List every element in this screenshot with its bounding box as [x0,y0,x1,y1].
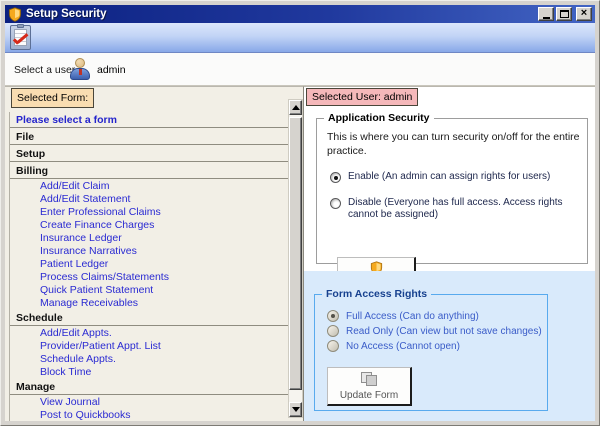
list-item-create-finance-charges[interactable]: Create Finance Charges [10,219,288,232]
avatar-tie [79,69,82,75]
list-item-schedule-appts[interactable]: Schedule Appts. [10,353,288,366]
user-bar: Select a user admin [5,53,595,86]
list-header-schedule[interactable]: Schedule [10,310,288,326]
update-form-label: Update Form [328,390,410,401]
read-only-radio[interactable] [327,325,339,337]
list-item-enter-professional-claims[interactable]: Enter Professional Claims [10,206,288,219]
copy-forms-icon [361,372,378,387]
list-item-block-time[interactable]: Block Time [10,366,288,379]
list-item-add-edit-claim[interactable]: Add/Edit Claim [10,180,288,193]
close-button[interactable]: × [576,7,592,21]
list-item-prompt: Please select a form [10,112,288,128]
selected-username: admin [97,64,126,76]
minimize-icon [543,17,550,19]
list-item-view-journal[interactable]: View Journal [10,396,288,409]
content-area: Selected Form: Please select a form File… [5,86,595,421]
toolbar [5,23,595,53]
user-avatar-icon[interactable] [70,58,90,81]
list-header-setup[interactable]: Setup [10,146,288,162]
list-item-insurance-narratives[interactable]: Insurance Narratives [10,245,288,258]
list-item-add-edit-statement[interactable]: Add/Edit Statement [10,193,288,206]
clipboard-check-icon[interactable] [10,25,31,50]
selected-form-chip: Selected Form: [11,88,94,108]
no-access-radio[interactable] [327,340,339,352]
title-bar[interactable]: Setup Security × [5,5,595,23]
list-item-provider-patient-appt-list[interactable]: Provider/Patient Appt. List [10,340,288,353]
clipboard-clip [17,24,24,28]
setup-security-window: Setup Security × Select a user admin Sel… [0,0,600,426]
application-security-groupbox: Application Security This is where you c… [316,118,588,264]
arrow-up-icon [292,105,300,110]
copy-icon-front [366,375,377,386]
list-item-patient-ledger[interactable]: Patient Ledger [10,258,288,271]
no-access-option[interactable]: No Access (Cannot open) [327,340,460,353]
close-icon: × [581,8,587,19]
arrow-down-icon [292,407,300,412]
list-header-manage[interactable]: Manage [10,379,288,395]
disable-radio-label: Disable (Everyone has full access. Acces… [348,197,588,221]
full-access-label: Full Access (Can do anything) [346,310,479,323]
disable-radio[interactable] [330,198,341,209]
form-access-area: Form Access Rights Full Access (Can do a… [304,271,595,421]
list-item-manage-receivables[interactable]: Manage Receivables [10,297,288,310]
scrollbar-thumb[interactable] [289,117,302,390]
form-list-scrollbar[interactable] [288,99,303,418]
enable-radio[interactable] [330,172,341,183]
shield-icon [8,7,22,22]
scroll-down-button[interactable] [289,402,302,417]
disable-security-option[interactable]: Disable (Everyone has full access. Acces… [330,197,588,221]
enable-radio-label: Enable (An admin can assign rights for u… [348,171,550,183]
list-header-file[interactable]: File [10,129,288,145]
read-only-option[interactable]: Read Only (Can view but not save changes… [327,325,542,338]
full-access-radio[interactable] [327,310,339,322]
form-access-rights-title: Form Access Rights [322,288,431,300]
scroll-up-button[interactable] [289,100,302,115]
selected-user-chip: Selected User: admin [306,88,418,106]
list-item-quick-patient-statement[interactable]: Quick Patient Statement [10,284,288,297]
list-header-billing[interactable]: Billing [10,163,288,179]
select-user-label: Select a user [14,64,75,76]
security-settings-panel: Selected User: admin Application Securit… [303,86,595,421]
form-access-rights-groupbox: Form Access Rights Full Access (Can do a… [314,294,548,411]
update-form-button[interactable]: Update Form [327,367,412,406]
maximize-button[interactable] [556,7,572,21]
minimize-button[interactable] [538,7,554,21]
avatar-head [75,58,85,68]
enable-security-option[interactable]: Enable (An admin can assign rights for u… [330,171,550,183]
list-item-process-claims-statements[interactable]: Process Claims/Statements [10,271,288,284]
application-security-description: This is where you can turn security on/o… [327,130,581,158]
window-controls: × [536,7,592,21]
list-item-add-edit-appts[interactable]: Add/Edit Appts. [10,327,288,340]
no-access-label: No Access (Cannot open) [346,340,460,353]
window-title: Setup Security [26,8,107,20]
form-selection-panel: Selected Form: Please select a form File… [5,86,303,421]
list-item-insurance-ledger[interactable]: Insurance Ledger [10,232,288,245]
full-access-option[interactable]: Full Access (Can do anything) [327,310,479,323]
read-only-label: Read Only (Can view but not save changes… [346,325,542,338]
maximize-icon [560,10,569,18]
application-security-title: Application Security [324,112,434,124]
form-list: Please select a form File Setup Billing … [9,112,288,421]
list-item-post-to-quickbooks[interactable]: Post to Quickbooks [10,409,288,421]
